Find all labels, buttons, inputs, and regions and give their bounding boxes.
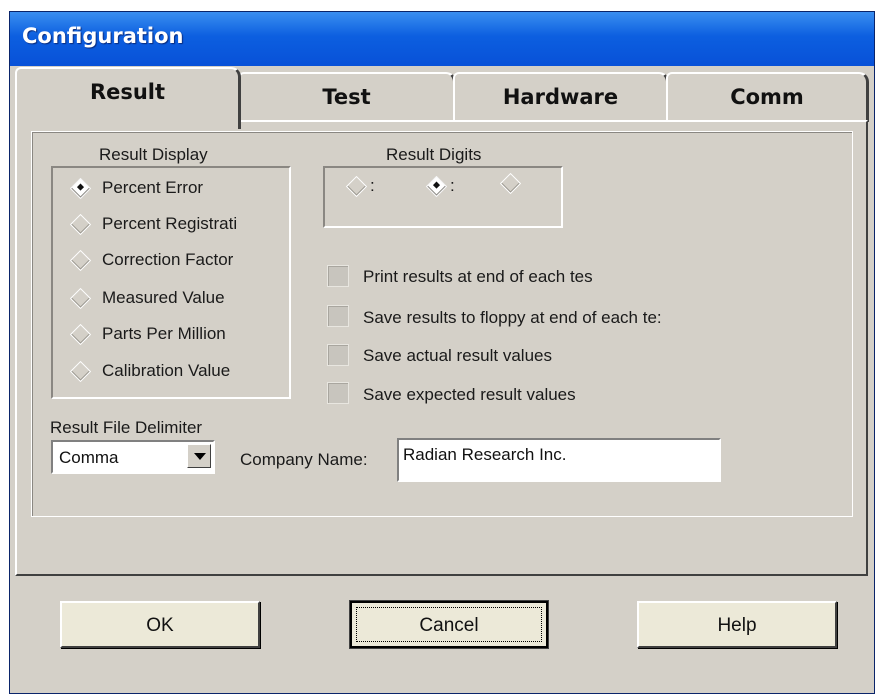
tab-comm-label: Comm — [730, 85, 804, 109]
window-title: Configuration — [22, 24, 184, 48]
radio-indicator — [69, 213, 92, 235]
result-digits-label: Result Digits — [386, 145, 482, 164]
radio-label: Calibration Value — [102, 361, 231, 380]
radio-label: Correction Factor — [102, 250, 234, 269]
result-display-group: Percent Error Percent Registrati Correct… — [51, 166, 291, 399]
company-name-label: Company Name: — [240, 450, 368, 469]
radio-indicator — [69, 177, 92, 199]
save-floppy-checkbox[interactable] — [327, 305, 349, 327]
digit-option-1[interactable]: : — [345, 175, 375, 197]
ok-button[interactable]: OK — [60, 601, 260, 648]
help-button[interactable]: Help — [637, 601, 837, 648]
chevron-down-icon[interactable] — [187, 444, 211, 468]
radio-indicator — [499, 172, 522, 195]
company-name-value: Radian Research Inc. — [403, 445, 567, 464]
configuration-window: Configuration Result Test Hardware Comm … — [9, 11, 875, 694]
save-actual-label[interactable]: Save actual result values — [363, 346, 552, 366]
radio-correction-factor[interactable]: Correction Factor — [69, 245, 234, 275]
cancel-button[interactable]: Cancel — [349, 600, 549, 649]
save-actual-checkbox[interactable] — [327, 344, 349, 366]
tab-result-label: Result — [89, 80, 166, 104]
ok-button-label: OK — [146, 615, 174, 636]
print-results-label[interactable]: Print results at end of each tes — [363, 267, 593, 287]
company-name-input[interactable]: Radian Research Inc. — [397, 438, 721, 482]
save-expected-checkbox[interactable] — [327, 382, 349, 404]
radio-label: Percent Registrati — [102, 214, 238, 233]
tab-test-label: Test — [322, 85, 371, 109]
digit-separator: : — [370, 176, 375, 195]
radio-indicator — [425, 175, 448, 197]
digit-option-2[interactable]: : — [425, 175, 455, 197]
radio-indicator — [69, 249, 92, 271]
cancel-button-label: Cancel — [419, 615, 479, 636]
save-expected-label[interactable]: Save expected result values — [363, 385, 576, 405]
radio-indicator — [69, 360, 92, 382]
delimiter-value: Comma — [59, 448, 119, 467]
tab-comm[interactable]: Comm — [666, 72, 869, 122]
radio-indicator — [69, 323, 92, 345]
radio-indicator — [69, 287, 92, 309]
radio-indicator — [345, 175, 368, 197]
radio-label: Parts Per Million — [102, 324, 226, 343]
radio-percent-registration[interactable]: Percent Registrati — [69, 209, 238, 239]
digit-separator: : — [450, 176, 455, 195]
help-button-label: Help — [717, 615, 757, 636]
print-results-checkbox[interactable] — [327, 265, 349, 287]
radio-parts-per-million[interactable]: Parts Per Million — [69, 319, 226, 349]
result-tab-panel: Result Display Percent Error Percent Reg… — [15, 120, 868, 576]
save-floppy-label[interactable]: Save results to floppy at end of each te… — [363, 308, 662, 328]
tab-test[interactable]: Test — [238, 72, 456, 122]
radio-label: Percent Error — [102, 178, 204, 197]
result-digits-group: : : — [323, 166, 563, 228]
radio-percent-error[interactable]: Percent Error — [69, 173, 204, 203]
digit-option-3[interactable] — [499, 172, 524, 195]
result-display-label: Result Display — [99, 145, 208, 164]
tab-result[interactable]: Result — [15, 67, 241, 129]
radio-calibration-value[interactable]: Calibration Value — [69, 356, 231, 386]
delimiter-label: Result File Delimiter — [50, 418, 203, 437]
tab-hardware-label: Hardware — [502, 85, 619, 109]
radio-label: Measured Value — [102, 288, 225, 307]
radio-measured-value[interactable]: Measured Value — [69, 283, 225, 313]
delimiter-select[interactable]: Comma — [51, 440, 215, 474]
tab-hardware[interactable]: Hardware — [453, 72, 669, 122]
title-bar[interactable]: Configuration — [10, 12, 874, 66]
